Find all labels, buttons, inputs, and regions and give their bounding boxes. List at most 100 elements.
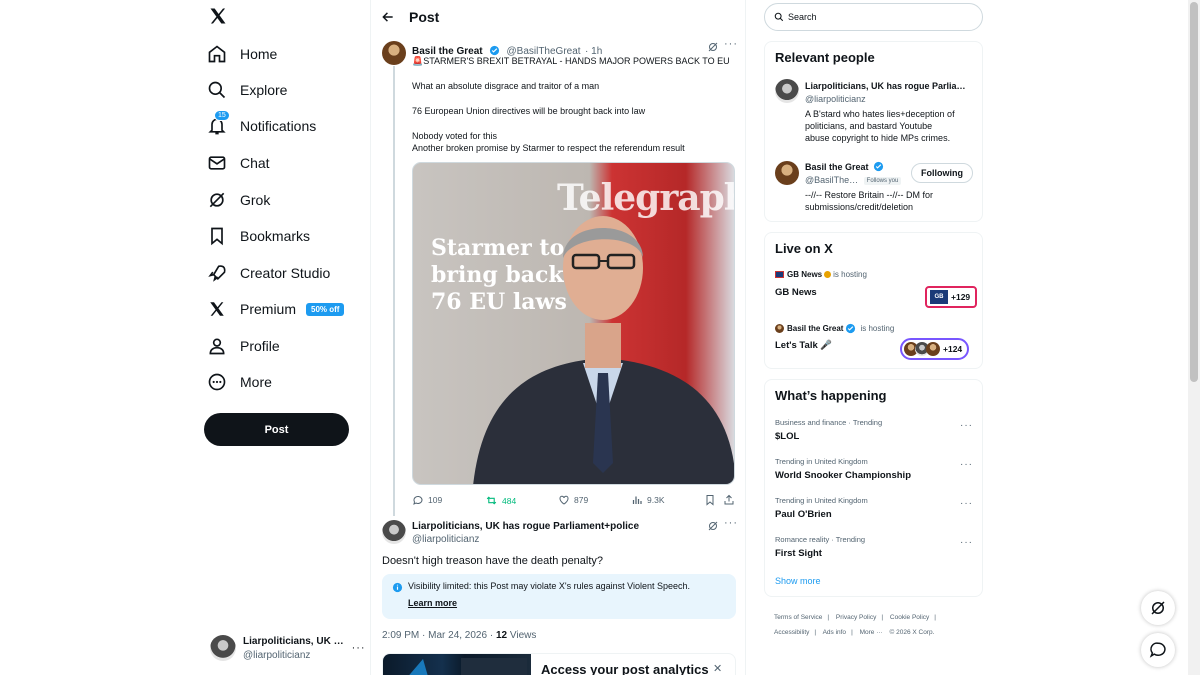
image-headline: Starmer to bring back 76 EU laws bbox=[431, 235, 567, 316]
trend-item[interactable]: Trending in United Kingdom Paul O'Brien … bbox=[775, 496, 973, 520]
more-options-icon[interactable]: ··· bbox=[724, 38, 738, 50]
reply-author-handle[interactable]: @liarpoliticianz bbox=[412, 534, 479, 545]
account-name: Liarpoliticians, UK … bbox=[243, 635, 344, 647]
footer-link[interactable]: Cookie Policy bbox=[890, 614, 929, 621]
back-arrow-icon[interactable] bbox=[381, 10, 395, 24]
footer-link[interactable]: Terms of Service bbox=[774, 614, 822, 621]
avatar[interactable] bbox=[382, 520, 406, 544]
close-icon[interactable]: ✕ bbox=[713, 662, 722, 675]
views-count: 12 bbox=[495, 630, 508, 641]
search-bar[interactable] bbox=[764, 3, 983, 31]
grok-icon bbox=[1151, 601, 1165, 615]
search-icon bbox=[774, 12, 784, 22]
trend-item[interactable]: Business and finance · Trending $LOL ··· bbox=[775, 418, 973, 442]
trend-meta: Romance reality · Trending bbox=[775, 535, 866, 544]
post-text-line: 76 European Union directives will be bro… bbox=[412, 106, 646, 116]
reply-text: Doesn't high treason have the death pena… bbox=[382, 555, 604, 567]
trend-item[interactable]: Romance reality · Trending First Sight ·… bbox=[775, 535, 973, 559]
scrollbar-thumb[interactable] bbox=[1190, 2, 1198, 382]
gb-news-logo-icon bbox=[775, 271, 784, 278]
avatar[interactable] bbox=[775, 161, 799, 185]
page-title: Post bbox=[409, 9, 440, 25]
live-title[interactable]: GB News bbox=[775, 287, 817, 298]
heart-icon bbox=[559, 495, 569, 505]
nav-item-grok[interactable]: Grok bbox=[206, 184, 270, 216]
x-logo-icon[interactable] bbox=[208, 6, 232, 30]
page-scrollbar[interactable] bbox=[1188, 0, 1200, 675]
views-button[interactable]: 9.3K bbox=[631, 494, 665, 506]
footer-link[interactable]: Accessibility bbox=[774, 629, 809, 636]
hosting-label: is hosting bbox=[833, 270, 867, 279]
footer-link[interactable]: More ··· bbox=[860, 629, 883, 636]
nav-item-notifications[interactable]: 15 Notifications bbox=[206, 110, 316, 142]
nav-item-more[interactable]: More bbox=[206, 366, 272, 398]
live-listeners-badge[interactable]: +124 bbox=[900, 338, 970, 360]
nav-item-chat[interactable]: Chat bbox=[206, 147, 270, 179]
show-more-link[interactable]: Show more bbox=[775, 576, 821, 586]
person-bio: --//-- Restore Britain --//-- DM for sub… bbox=[805, 189, 933, 213]
repost-button[interactable]: 484 bbox=[485, 494, 516, 507]
learn-more-link[interactable]: Learn more bbox=[408, 598, 457, 608]
avatar[interactable] bbox=[775, 79, 799, 103]
person-icon bbox=[206, 335, 228, 357]
trend-item[interactable]: Trending in United Kingdom World Snooker… bbox=[775, 457, 973, 481]
footer-separator: | bbox=[827, 614, 830, 621]
post-image[interactable]: Telegraph Starmer to bring back 76 EU la… bbox=[412, 162, 735, 485]
more-circle-icon bbox=[206, 371, 228, 393]
bio-line: politicians, and bastard Youtube bbox=[805, 121, 933, 131]
views-label: Views bbox=[509, 630, 537, 641]
more-options-icon[interactable]: ··· bbox=[960, 420, 973, 431]
grok-icon bbox=[206, 189, 228, 211]
nav-item-creator-studio[interactable]: Creator Studio bbox=[206, 257, 330, 289]
chat-floating-button[interactable] bbox=[1141, 633, 1175, 667]
search-input[interactable] bbox=[788, 12, 958, 22]
analytics-preview-image bbox=[383, 654, 531, 675]
nav-item-premium[interactable]: Premium 50% off bbox=[206, 293, 345, 325]
post-text-line: Another broken promise by Starmer to res… bbox=[412, 143, 685, 153]
share-button[interactable] bbox=[723, 494, 735, 506]
person-handle: @liarpoliticianz bbox=[805, 94, 866, 104]
gold-badge-icon bbox=[824, 271, 832, 278]
mail-icon bbox=[206, 152, 228, 174]
post-header: Post bbox=[371, 0, 745, 34]
person-item[interactable]: Liarpoliticians, UK has rogue Parlia… @l… bbox=[805, 81, 966, 144]
post-text-line: Nobody voted for this bbox=[412, 131, 498, 141]
more-options-icon[interactable]: ··· bbox=[960, 459, 973, 470]
post-button[interactable]: Post bbox=[204, 413, 349, 446]
card-title: What’s happening bbox=[775, 388, 887, 403]
like-button[interactable]: 879 bbox=[558, 494, 588, 506]
account-switcher[interactable]: Liarpoliticians, UK … @liarpoliticianz ·… bbox=[210, 632, 365, 664]
live-host-row: GB News is hosting bbox=[775, 270, 867, 279]
rocket-icon bbox=[206, 262, 228, 284]
whats-happening-card: What’s happening Business and finance · … bbox=[764, 379, 983, 597]
nav-item-home[interactable]: Home bbox=[206, 38, 277, 70]
grok-icon[interactable] bbox=[707, 520, 719, 532]
bookmark-button[interactable] bbox=[704, 494, 716, 506]
more-dots-icon: ··· bbox=[351, 642, 366, 654]
more-options-icon[interactable]: ··· bbox=[960, 498, 973, 509]
person-bio: A B'stard who hates lies+deception of po… bbox=[805, 108, 966, 144]
avatar[interactable] bbox=[382, 41, 406, 65]
footer-link[interactable]: Ads info bbox=[823, 629, 847, 636]
portrait-illustration bbox=[473, 216, 734, 484]
footer-link[interactable]: Privacy Policy bbox=[836, 614, 876, 621]
live-title[interactable]: Let's Talk 🎤 bbox=[775, 340, 832, 351]
following-button[interactable]: Following bbox=[911, 163, 973, 183]
reply-button[interactable]: 109 bbox=[412, 494, 442, 506]
grok-icon[interactable] bbox=[707, 41, 719, 53]
post-timestamp: 2:09 PM · Mar 24, 2026 · 12 Views bbox=[382, 630, 536, 641]
more-options-icon[interactable]: ··· bbox=[960, 537, 973, 548]
analytics-upsell-card[interactable]: Access your post analytics ✕ bbox=[382, 653, 736, 675]
listener-count: +129 bbox=[951, 292, 971, 302]
reply-author-name[interactable]: Liarpoliticians, UK has rogue Parliament… bbox=[412, 521, 639, 532]
more-options-icon[interactable]: ··· bbox=[724, 517, 738, 529]
nav-item-explore[interactable]: Explore bbox=[206, 74, 287, 106]
nav-item-profile[interactable]: Profile bbox=[206, 330, 280, 362]
listener-count: +124 bbox=[943, 344, 963, 354]
reply-count: 109 bbox=[428, 495, 443, 505]
nav-label: Profile bbox=[240, 338, 280, 354]
grok-floating-button[interactable] bbox=[1141, 591, 1175, 625]
nav-item-bookmarks[interactable]: Bookmarks bbox=[206, 220, 310, 252]
live-listeners-badge[interactable]: GB +129 bbox=[925, 286, 978, 308]
host-name: GB News bbox=[787, 270, 823, 279]
